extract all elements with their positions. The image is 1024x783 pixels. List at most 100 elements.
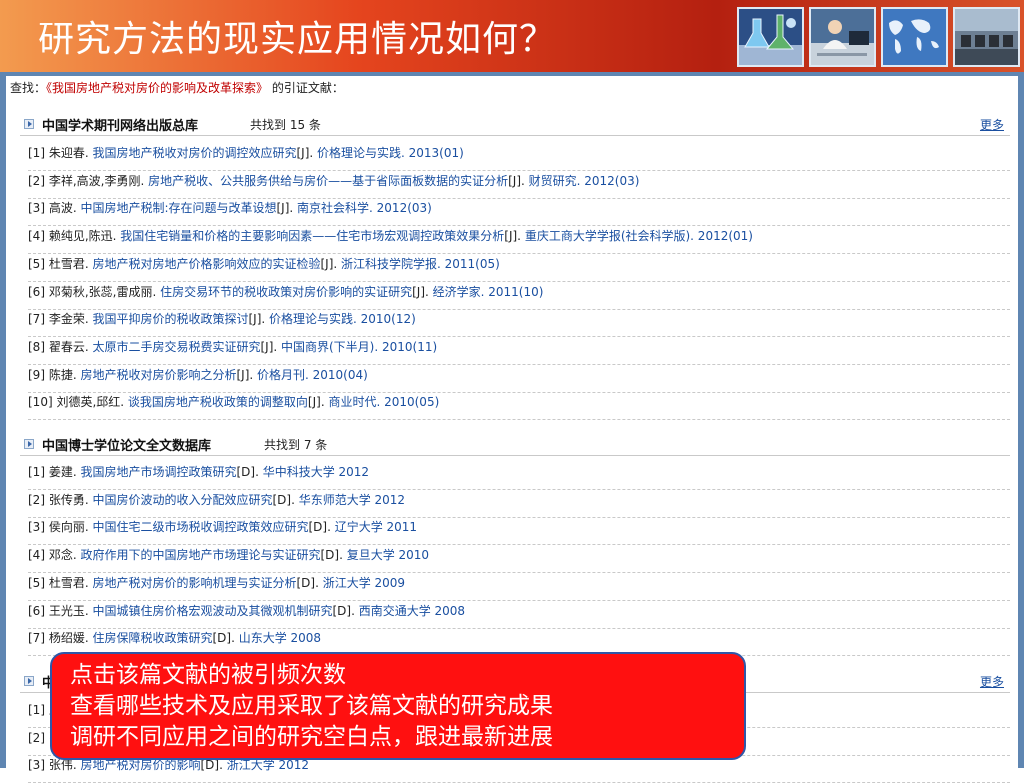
- citation-row: [3] 侯向丽. 中国住宅二级市场税收调控政策效应研究[D]. 辽宁大学 201…: [28, 517, 1010, 545]
- citation-source-link[interactable]: 浙江科技学院学报. 2011(05): [341, 257, 500, 271]
- citation-title-link[interactable]: 住房交易环节的税收政策对房价影响的实证研究: [160, 285, 412, 299]
- section-header: 中国博士学位论文全文数据库 共找到 7 条: [20, 433, 1010, 456]
- section-count: 共找到 15 条: [250, 118, 321, 132]
- citation-row: [9] 陈捷. 房地产税收对房价影响之分析[J]. 价格月刊. 2010(04): [28, 365, 1010, 393]
- citation-source-link[interactable]: 中国商界(下半月). 2010(11): [281, 340, 437, 354]
- citation-title-link[interactable]: 中国住宅二级市场税收调控政策效应研究: [92, 520, 308, 534]
- citation-title-link[interactable]: 房地产税对房地产价格影响效应的实证检验: [92, 257, 320, 271]
- citation-source-link[interactable]: 山东大学 2008: [239, 631, 321, 645]
- citation-author: 姜建.: [48, 465, 81, 479]
- citation-row: [5] 杜雪君. 房地产税对房价的影响机理与实证分析[D]. 浙江大学 2009: [28, 573, 1010, 601]
- citation-author: 王光玉.: [48, 604, 93, 618]
- citation-source-link[interactable]: 重庆工商大学学报(社会科学版). 2012(01): [525, 229, 753, 243]
- citation-row: [8] 翟春云. 太原市二手房交易税费实证研究[J]. 中国商界(下半月). 2…: [28, 337, 1010, 365]
- citation-author: 杨绍媛.: [48, 631, 93, 645]
- section-count: 共找到 7 条: [264, 438, 328, 452]
- citation-title-link[interactable]: 政府作用下的中国房地产市场理论与实证研究: [80, 548, 320, 562]
- citation-title-link[interactable]: 房地产税对房价的影响机理与实证分析: [92, 576, 296, 590]
- citation-row: [10] 刘德英,邱红. 谈我国房地产税收政策的调整取向[J]. 商业时代. 2…: [28, 392, 1010, 420]
- scientist-image: [809, 7, 876, 67]
- callout-line-3: 调研不同应用之间的研究空白点，跟进最新进展: [70, 724, 553, 750]
- search-query-line: 查找：《我国房地产税对房价的影响及改革探索》 的引证文献：: [10, 79, 344, 96]
- citation-source-link[interactable]: 经济学家. 2011(10): [433, 285, 544, 299]
- citation-index: [1]: [28, 465, 49, 479]
- citation-title-link[interactable]: 太原市二手房交易税费实证研究: [92, 340, 260, 354]
- citation-index: [2]: [28, 174, 49, 188]
- citation-row: [6] 邓菊秋,张蕊,雷成丽. 住房交易环节的税收政策对房价影响的实证研究[J]…: [28, 282, 1010, 310]
- query-prefix: 查找：: [10, 81, 47, 95]
- citation-row: [4] 赖纯见,陈迅. 我国住宅销量和价格的主要影响因素——住宅市场宏观调控政策…: [28, 226, 1010, 254]
- citation-author: 李祥,高波,李勇刚.: [48, 174, 149, 188]
- content-frame-top-border: [0, 72, 1024, 76]
- query-suffix: 的引证文献：: [268, 81, 344, 95]
- citation-index: [2]: [28, 493, 49, 507]
- citation-index: [5]: [28, 257, 49, 271]
- citation-type: [J].: [508, 174, 529, 188]
- citation-source-link[interactable]: 辽宁大学 2011: [335, 520, 417, 534]
- callout-line-1: 点击该篇文献的被引频次数: [70, 662, 346, 688]
- citation-index: [10]: [28, 395, 57, 409]
- more-link[interactable]: 更多: [980, 673, 1004, 690]
- citation-type: [J].: [504, 229, 525, 243]
- citation-title-link[interactable]: 房地产税对房价的影响: [80, 758, 200, 772]
- citation-type: [D].: [332, 604, 359, 618]
- citation-source-link[interactable]: 华中科技大学 2012: [263, 465, 369, 479]
- citation-author: 邓念.: [48, 548, 81, 562]
- citation-source-link[interactable]: 价格理论与实践. 2010(12): [269, 312, 416, 326]
- citation-index: [3]: [28, 520, 49, 534]
- citation-type: [J].: [307, 395, 329, 409]
- citation-type: [J].: [248, 312, 269, 326]
- citation-index: [6]: [28, 285, 49, 299]
- citation-source-link[interactable]: 华东师范大学 2012: [299, 493, 405, 507]
- section-header: 中国学术期刊网络出版总库 共找到 15 条 更多: [20, 113, 1010, 136]
- citation-index: [4]: [28, 229, 49, 243]
- citation-type: [J].: [276, 201, 298, 215]
- citation-index: [7]: [28, 631, 49, 645]
- citation-author: 张伟.: [48, 758, 81, 772]
- citation-index: [4]: [28, 548, 49, 562]
- citation-type: [D].: [296, 576, 323, 590]
- citation-index: [8]: [28, 340, 49, 354]
- citation-title-link[interactable]: 中国城镇住房价格宏观波动及其微观机制研究: [92, 604, 332, 618]
- citation-index: [2]: [28, 731, 49, 745]
- section-title: 中国学术期刊网络出版总库: [42, 119, 199, 134]
- citation-source-link[interactable]: 价格月刊. 2010(04): [257, 368, 368, 382]
- citation-title-link[interactable]: 住房保障税收政策研究: [92, 631, 212, 645]
- citation-author: 高波.: [48, 201, 81, 215]
- citation-index: [5]: [28, 576, 49, 590]
- citation-type: [D].: [308, 520, 335, 534]
- citation-source-link[interactable]: 商业时代. 2010(05): [328, 395, 439, 409]
- citation-row: [3] 高波. 中国房地产税制:存在问题与改革设想[J]. 南京社会科学. 20…: [28, 198, 1010, 226]
- citation-index: [7]: [28, 312, 49, 326]
- citation-type: [D].: [236, 465, 263, 479]
- citation-author: 陈捷.: [48, 368, 81, 382]
- citation-index: [6]: [28, 604, 49, 618]
- citation-source-link[interactable]: 西南交通大学 2008: [359, 604, 465, 618]
- citation-title-link[interactable]: 我国房地产税收对房价的调控效应研究: [92, 146, 296, 160]
- citation-source-link[interactable]: 价格理论与实践. 2013(01): [317, 146, 464, 160]
- citation-source-link[interactable]: 复旦大学 2010: [347, 548, 429, 562]
- citation-index: [9]: [28, 368, 49, 382]
- citation-author: 赖纯见,陈迅.: [48, 229, 121, 243]
- citation-title-link[interactable]: 谈我国房地产税收政策的调整取向: [128, 395, 308, 409]
- citation-row: [4] 邓念. 政府作用下的中国房地产市场理论与实证研究[D]. 复旦大学 20…: [28, 545, 1010, 573]
- citation-title-link[interactable]: 房地产税收对房价影响之分析: [80, 368, 236, 382]
- citation-title-link[interactable]: 中国房地产税制:存在问题与改革设想: [80, 201, 276, 215]
- citation-title-link[interactable]: 我国住宅销量和价格的主要影响因素——住宅市场宏观调控政策效果分析: [120, 229, 504, 243]
- citation-row: [1] 姜建. 我国房地产市场调控政策研究[D]. 华中科技大学 2012: [28, 462, 1010, 490]
- more-link[interactable]: 更多: [980, 116, 1004, 133]
- citation-source-link[interactable]: 财贸研究. 2012(03): [529, 174, 640, 188]
- citation-title-link[interactable]: 房地产税收、公共服务供给与房价——基于省际面板数据的实证分析: [148, 174, 508, 188]
- citation-title-link[interactable]: 我国房地产市场调控政策研究: [80, 465, 236, 479]
- section-arrow-icon: [24, 119, 34, 129]
- citation-type: [J].: [412, 285, 433, 299]
- citation-source-link[interactable]: 南京社会科学. 2012(03): [297, 201, 432, 215]
- citation-source-link[interactable]: 浙江大学 2009: [323, 576, 405, 590]
- citation-source-link[interactable]: 浙江大学 2012: [227, 758, 309, 772]
- citation-type: [J].: [296, 146, 317, 160]
- section-title: 中国博士学位论文全文数据库: [42, 439, 212, 454]
- citation-title-link[interactable]: 中国房价波动的收入分配效应研究: [92, 493, 272, 507]
- citation-index: [1]: [28, 703, 49, 717]
- citation-title-link[interactable]: 我国平抑房价的税收政策探讨: [92, 312, 248, 326]
- citation-row: [1] 朱迎春. 我国房地产税收对房价的调控效应研究[J]. 价格理论与实践. …: [28, 143, 1010, 171]
